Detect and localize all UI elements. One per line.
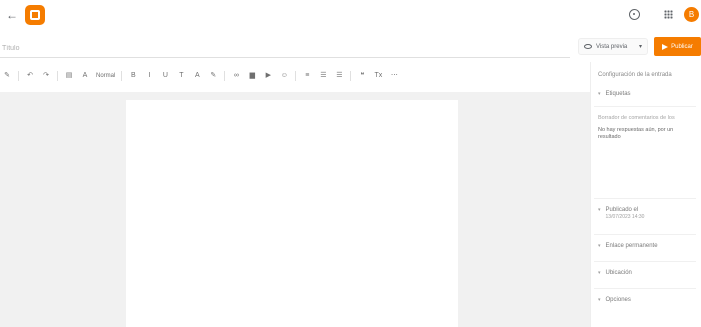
sidebar-item-location[interactable]: ▾ Ubicación [598, 270, 632, 276]
sidebar-item-label: Opciones [605, 297, 631, 303]
clear-formatting-icon[interactable]: Tx [373, 69, 383, 83]
divider [594, 288, 696, 289]
sidebar-item-label: Etiquetas [605, 91, 631, 97]
publish-button[interactable]: Publicar [654, 37, 701, 56]
help-circle-icon[interactable] [629, 9, 640, 20]
chevron-down-icon: ▾ [598, 91, 601, 97]
eye-icon [584, 44, 592, 49]
arrow-left-icon[interactable]: ← [5, 8, 19, 22]
divider [594, 106, 696, 107]
toolbar-divider [295, 71, 297, 81]
sidebar-item-permalink[interactable]: ▾ Enlace permanente [598, 243, 658, 249]
image-icon[interactable]: ▆ [247, 69, 257, 83]
toolbar-divider [224, 71, 226, 81]
top-app-bar: ← B [0, 0, 701, 34]
paragraph-format-icon[interactable]: ▤ [64, 69, 74, 83]
post-title-input[interactable] [0, 40, 570, 58]
published-title: Publicado el [605, 207, 639, 213]
sidebar-item-label: Publicado el 13/07/2023 14:30 [606, 207, 645, 220]
blogger-logo-icon[interactable] [25, 5, 45, 25]
redo-icon[interactable]: ↷ [41, 69, 51, 83]
toolbar-divider [18, 71, 19, 81]
sidebar-item-published[interactable]: ▾ Publicado el 13/07/2023 14:30 [598, 207, 644, 220]
chevron-down-icon: ▾ [598, 243, 601, 249]
avatar[interactable]: B [684, 7, 699, 22]
divider [594, 234, 696, 235]
divider [594, 198, 696, 199]
compose-mode-icon[interactable]: ✎ [2, 69, 12, 83]
strikethrough-icon[interactable]: T [176, 69, 186, 83]
font-style-select[interactable]: Normal [96, 69, 115, 83]
chevron-down-icon: ▾ [598, 270, 601, 276]
toolbar-divider [57, 71, 58, 81]
toolbar-divider [121, 71, 123, 81]
sidebar-item-label: Enlace permanente [605, 243, 658, 249]
video-icon[interactable]: ▶ [263, 69, 273, 83]
chevron-down-icon: ▾ [598, 207, 601, 213]
editor-toolbar: ✎ ↶ ↷ ▤ A Normal B I U T A ✎ ∞ ▆ ▶ ☺ ≡ ☰… [0, 66, 590, 86]
bulleted-list-icon[interactable]: ☰ [334, 69, 344, 83]
send-icon [662, 43, 669, 50]
toolbar-divider [350, 71, 352, 81]
post-body-editor[interactable] [126, 100, 458, 327]
more-options-icon[interactable]: ⋯ [389, 69, 399, 83]
published-date: 13/07/2023 14:30 [605, 214, 645, 220]
italic-icon[interactable]: I [144, 69, 154, 83]
chevron-down-icon: ▾ [638, 44, 642, 50]
sidebar-item-label: Ubicación [605, 270, 632, 276]
special-characters-icon[interactable]: ☺ [279, 69, 289, 83]
bold-icon[interactable]: B [128, 69, 138, 83]
sidebar-heading: Configuración de la entrada [598, 72, 672, 78]
text-color-icon[interactable]: A [192, 69, 202, 83]
undo-icon[interactable]: ↶ [25, 69, 35, 83]
reader-comments-value[interactable]: No hay respuestas aún, por un resultado [598, 127, 694, 141]
sidebar-item-options[interactable]: ▾ Opciones [598, 297, 631, 303]
divider [594, 261, 696, 262]
quote-icon[interactable]: ❝ [357, 69, 367, 83]
apps-grid-icon[interactable] [664, 10, 673, 19]
sidebar-item-labels[interactable]: ▾ Etiquetas [598, 91, 631, 97]
text-format-icon[interactable]: A [80, 69, 90, 83]
numbered-list-icon[interactable]: ☰ [318, 69, 328, 83]
reader-comments-label: Borrador de comentarios de los [598, 115, 675, 121]
preview-button[interactable]: Vista previa ▾ [578, 38, 648, 55]
preview-button-label: Vista previa [596, 43, 628, 50]
chevron-down-icon: ▾ [598, 297, 601, 303]
underline-icon[interactable]: U [160, 69, 170, 83]
align-icon[interactable]: ≡ [302, 69, 312, 83]
highlight-icon[interactable]: ✎ [208, 69, 218, 83]
publish-button-label: Publicar [671, 43, 693, 50]
link-icon[interactable]: ∞ [231, 69, 241, 83]
